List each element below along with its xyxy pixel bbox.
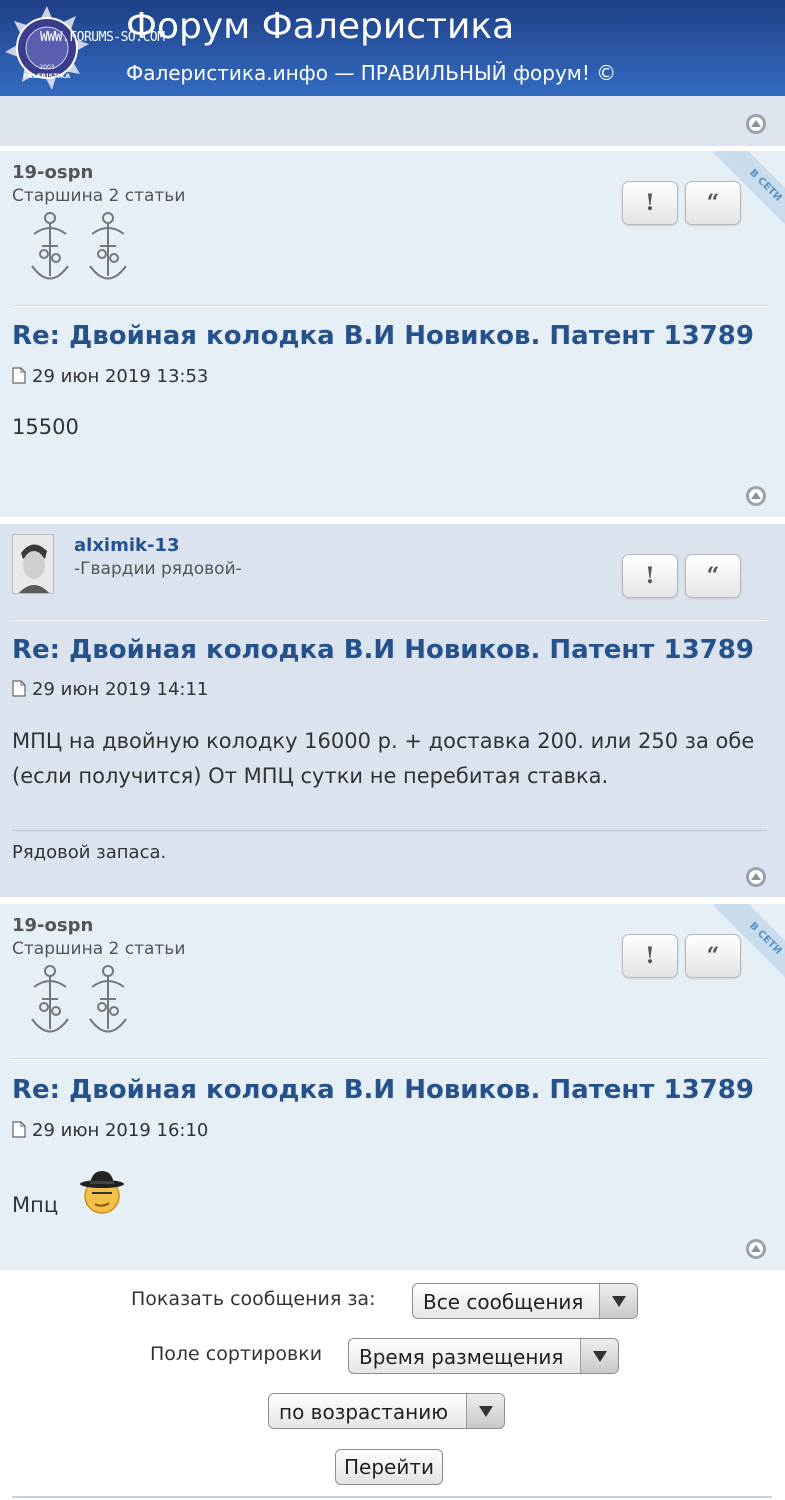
signature: Рядовой запаса. <box>12 842 167 863</box>
post-date-text: 29 июн 2019 13:53 <box>32 366 209 387</box>
show-posts-value: Все сообщения <box>423 1290 584 1314</box>
post-date-text: 29 июн 2019 16:10 <box>32 1120 209 1141</box>
sort-field-value: Время размещения <box>359 1345 564 1369</box>
post-document-icon[interactable] <box>12 1121 26 1138</box>
show-posts-label: Показать сообщения за: <box>131 1288 376 1310</box>
back-to-top-icon[interactable] <box>745 1238 767 1260</box>
post-body: 15500 <box>12 415 79 439</box>
online-label: В СЕТИ <box>713 904 785 990</box>
divider <box>12 1496 772 1498</box>
post-author[interactable]: alximik-13 <box>74 535 180 556</box>
chevron-down-icon <box>580 1339 618 1373</box>
author-rank: -Гвардии рядовой- <box>74 559 242 579</box>
sort-field-select[interactable]: Время размещения <box>348 1338 619 1374</box>
divider <box>12 305 767 307</box>
divider <box>12 619 767 621</box>
back-to-top-icon[interactable] <box>745 113 767 135</box>
post-document-icon[interactable] <box>12 680 26 697</box>
post-document-icon[interactable] <box>12 367 26 384</box>
post-author[interactable]: 19-ospn <box>12 915 93 936</box>
site-header: 2003 FALERISTIKA WWW.FORUMS-SO.COM Форум… <box>0 0 785 96</box>
post-title[interactable]: Re: Двойная колодка В.И Новиков. Патент … <box>12 1075 754 1105</box>
rank-insignia-icon <box>31 965 127 1033</box>
post-title[interactable]: Re: Двойная колодка В.И Новиков. Патент … <box>12 635 754 665</box>
avatar[interactable] <box>12 534 54 594</box>
post: alximik-13 -Гвардии рядовой- ! “ Re: Дво… <box>0 524 785 897</box>
quote-button[interactable]: “ <box>685 554 741 598</box>
post-body: МПЦ на двойную колодку 16000 р. + достав… <box>12 729 755 788</box>
post-date: 29 июн 2019 16:10 <box>12 1120 208 1141</box>
avatar-image <box>13 535 53 593</box>
post: 19-ospn Старшина 2 статьи ! “ В СЕТИ Re:… <box>0 151 785 517</box>
back-to-top-icon[interactable] <box>745 485 767 507</box>
rank-insignia-icon <box>31 212 127 280</box>
post: 19-ospn Старшина 2 статьи ! “ В СЕТИ Re:… <box>0 904 785 1270</box>
sort-order-select[interactable]: по возрастанию <box>268 1393 505 1429</box>
site-description: Фалеристика.инфо — ПРАВИЛЬНЫЙ форум! © <box>126 61 617 85</box>
sort-field-label: Поле сортировки <box>150 1343 323 1365</box>
report-button[interactable]: ! <box>622 934 678 978</box>
author-rank: Старшина 2 статьи <box>12 939 186 959</box>
online-badge: В СЕТИ <box>699 904 785 990</box>
online-badge: В СЕТИ <box>699 151 785 237</box>
back-to-top-icon[interactable] <box>745 866 767 888</box>
cool-smiley-icon <box>80 1171 124 1214</box>
site-title[interactable]: Форум Фалеристика <box>126 6 514 47</box>
chevron-down-icon <box>466 1394 504 1428</box>
post-date: 29 июн 2019 14:11 <box>12 679 208 700</box>
site-logo[interactable]: 2003 FALERISTIKA <box>2 4 92 92</box>
author-rank: Старшина 2 статьи <box>12 186 186 206</box>
signature-divider <box>12 830 767 831</box>
online-label: В СЕТИ <box>713 151 785 237</box>
show-posts-select[interactable]: Все сообщения <box>412 1283 638 1319</box>
sort-order-value: по возрастанию <box>279 1400 449 1424</box>
logo-year: 2003 <box>39 64 54 71</box>
top-bar <box>0 96 785 146</box>
go-button[interactable]: Перейти <box>335 1449 443 1485</box>
divider <box>12 1058 767 1060</box>
post-body: Мпц <box>12 1193 59 1217</box>
logo-name: FALERISTIKA <box>24 72 70 80</box>
post-author[interactable]: 19-ospn <box>12 162 93 183</box>
post-title[interactable]: Re: Двойная колодка В.И Новиков. Патент … <box>12 321 754 351</box>
post-date-text: 29 июн 2019 14:11 <box>32 679 209 700</box>
post-date: 29 июн 2019 13:53 <box>12 366 208 387</box>
report-button[interactable]: ! <box>622 554 678 598</box>
chevron-down-icon <box>599 1284 637 1318</box>
report-button[interactable]: ! <box>622 181 678 225</box>
